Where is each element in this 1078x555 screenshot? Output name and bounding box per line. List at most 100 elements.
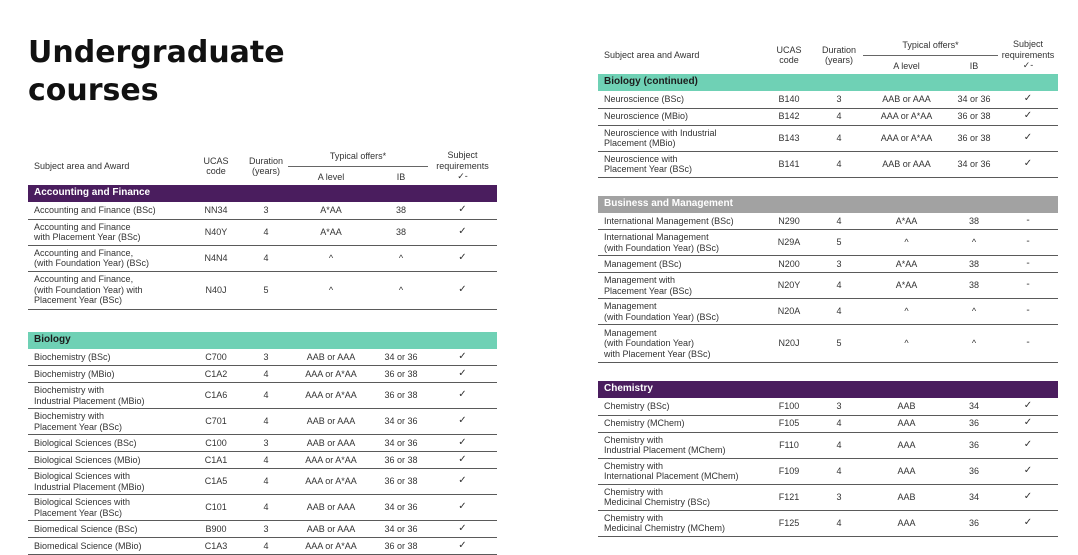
table-row: Neuroscience (MBio) B142 4 AAA or A*AA 36 or…: [598, 108, 1058, 126]
ib-offer: ^: [950, 229, 998, 256]
ucas-code: N20J: [763, 324, 815, 363]
ib-offer: 34 or 36: [374, 348, 428, 366]
ucas-code: N40Y: [188, 219, 244, 246]
ib-offer: ^: [950, 298, 998, 325]
table-row: International Management (BSc) N290 4 A*AA 3…: [598, 212, 1058, 230]
table-row: Chemistry with Medicinal Chemistry (BSc) F…: [598, 484, 1058, 511]
requirements-mark: ✓: [428, 365, 497, 383]
duration: 4: [244, 365, 288, 383]
ib-offer: 34 or 36: [374, 520, 428, 538]
duration: 3: [815, 91, 863, 109]
ucas-code: C101: [188, 494, 244, 521]
course-name: Chemistry (BSc): [598, 398, 763, 416]
duration: 3: [244, 202, 288, 220]
requirements-mark: -: [998, 272, 1058, 299]
course-name: Biochemistry (BSc): [28, 348, 188, 366]
course-name: Biological Sciences with Placement Year (…: [28, 494, 188, 521]
duration: 4: [815, 415, 863, 433]
requirements-mark: -: [998, 255, 1058, 273]
requirements-mark: ✓: [998, 151, 1058, 178]
table-row: Neuroscience with Placement Year (BSc) B14…: [598, 151, 1058, 178]
ib-offer: 36: [950, 458, 998, 485]
requirements-mark: ✓: [998, 510, 1058, 537]
ib-offer: 36 or 38: [374, 468, 428, 495]
duration: 4: [815, 151, 863, 178]
course-name: Neuroscience (BSc): [598, 91, 763, 109]
requirements-mark: ✓: [998, 415, 1058, 433]
ucas-code: C1A2: [188, 365, 244, 383]
requirements-mark: ✓: [428, 202, 497, 220]
course-name: Biochemistry with Industrial Placement (M…: [28, 382, 188, 409]
alevel-offer: AAB: [863, 484, 950, 511]
ib-offer: 36: [950, 432, 998, 459]
ib-offer: ^: [950, 324, 998, 363]
alevel-offer: AAA or A*AA: [288, 382, 374, 409]
alevel-offer: AAB or AAA: [288, 408, 374, 435]
table-row: Accounting and Finance (BSc) NN34 3 A*AA 38 ✓: [28, 202, 497, 220]
ucas-code: C100: [188, 434, 244, 452]
ib-offer: 34 or 36: [950, 151, 998, 178]
ucas-code: N20A: [763, 298, 815, 325]
duration: 4: [815, 432, 863, 459]
table-row: Chemistry with International Placement (M…: [598, 458, 1058, 485]
ib-offer: 34 or 36: [374, 434, 428, 452]
course-name: Chemistry with Industrial Placement (MChe…: [598, 432, 763, 459]
duration: 4: [244, 451, 288, 469]
course-name: Biomedical Science (BSc): [28, 520, 188, 538]
course-name: Accounting and Finance, (with Foundation …: [28, 271, 188, 310]
ib-offer: 38: [950, 255, 998, 273]
duration: 4: [244, 494, 288, 521]
table-row: Biochemistry with Industrial Placement (M…: [28, 382, 497, 409]
duration: 3: [815, 484, 863, 511]
duration: 4: [815, 212, 863, 230]
alevel-offer: AAA or A*AA: [863, 108, 950, 126]
course-name: Management (with Foundation Year) with Pla…: [598, 324, 763, 363]
requirements-mark: ✓: [428, 494, 497, 521]
course-name: Biochemistry (MBio): [28, 365, 188, 383]
header-offers: Typical offers*: [288, 147, 428, 167]
requirements-mark: ✓: [998, 458, 1058, 485]
requirements-mark: ✓: [998, 108, 1058, 126]
ib-offer: 36 or 38: [374, 365, 428, 383]
alevel-offer: AAA: [863, 510, 950, 537]
course-name: Management (BSc): [598, 255, 763, 273]
header-ucas: UCAS code: [776, 44, 802, 66]
requirements-mark: ✓: [428, 348, 497, 366]
ib-offer: 34 or 36: [374, 408, 428, 435]
ucas-code: B900: [188, 520, 244, 538]
ib-offer: 34 or 36: [374, 494, 428, 521]
duration: 4: [244, 382, 288, 409]
alevel-offer: AAB or AAA: [863, 151, 950, 178]
section-title: Business and Management: [598, 195, 1058, 213]
table-row: Biochemistry (MBio) C1A2 4 AAA or A*AA 36 or…: [28, 365, 497, 383]
section-header: Accounting and Finance: [28, 185, 497, 202]
section-spacer: [598, 177, 1058, 196]
ucas-code: F110: [763, 432, 815, 459]
header-subject: Subject area and Award: [34, 160, 130, 171]
section-title: Accounting and Finance: [28, 185, 497, 202]
requirements-mark: ✓: [428, 520, 497, 538]
section-title: Chemistry: [598, 381, 1058, 398]
duration: 3: [244, 520, 288, 538]
ucas-code: B140: [763, 91, 815, 109]
alevel-offer: AAB or AAA: [288, 520, 374, 538]
ib-offer: ^: [374, 271, 428, 310]
table-row: Neuroscience with Industrial Placement (M…: [598, 125, 1058, 152]
ucas-code: N20Y: [763, 272, 815, 299]
alevel-offer: AAB or AAA: [288, 348, 374, 366]
ib-offer: 34: [950, 398, 998, 416]
ucas-code: NN34: [188, 202, 244, 220]
duration: 4: [244, 468, 288, 495]
ucas-code: C701: [188, 408, 244, 435]
title-line-2: courses: [28, 73, 159, 108]
ib-offer: 36 or 38: [950, 125, 998, 152]
ucas-code: C1A3: [188, 537, 244, 555]
ucas-code: N40J: [188, 271, 244, 310]
ucas-code: B142: [763, 108, 815, 126]
duration: 4: [815, 510, 863, 537]
alevel-offer: AAA: [863, 415, 950, 433]
course-name: Accounting and Finance with Placement Yea…: [28, 219, 188, 246]
header-duration: Duration (years): [248, 155, 284, 177]
requirements-mark: ✓: [428, 434, 497, 452]
table-row: Biochemistry (BSc) C700 3 AAB or AAA 34 or 3…: [28, 348, 497, 366]
